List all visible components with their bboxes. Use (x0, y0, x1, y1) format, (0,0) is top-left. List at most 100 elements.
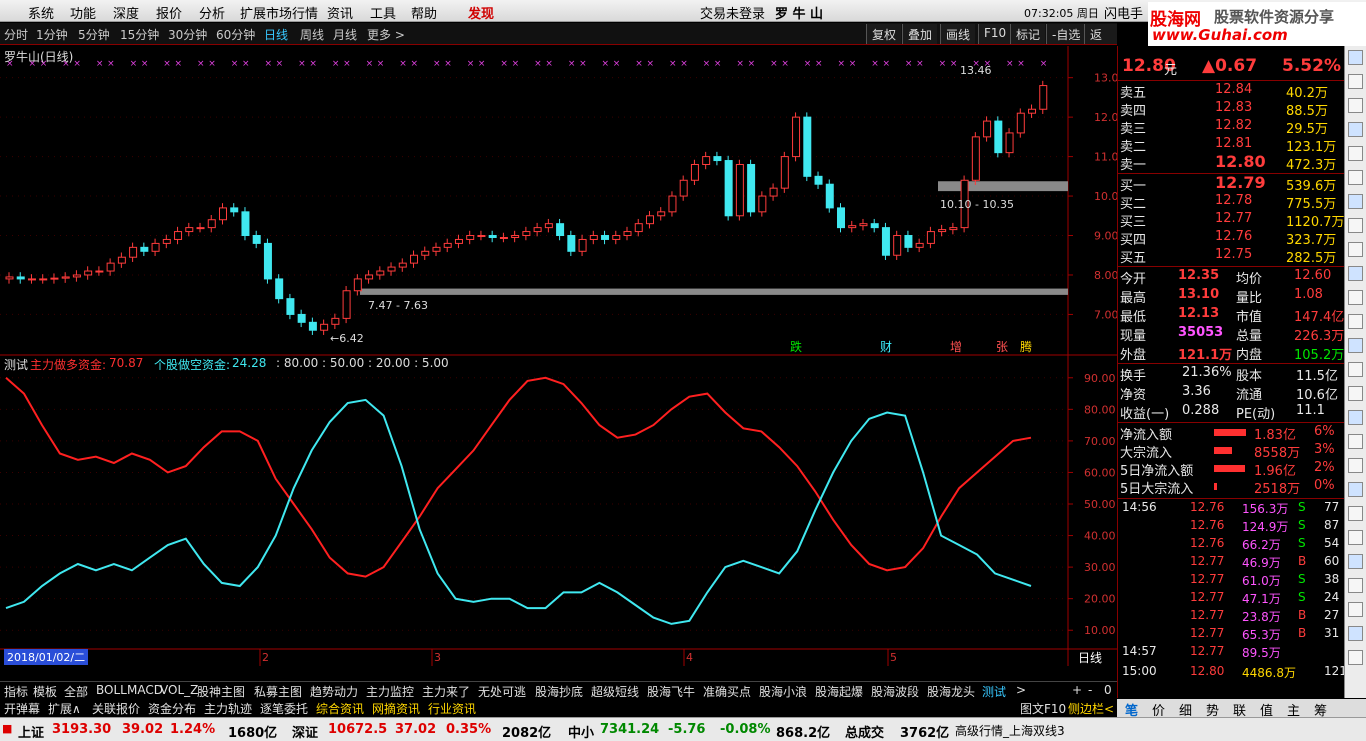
function-tab-0[interactable]: 开弹幕 (4, 700, 40, 717)
function-tab-5[interactable]: 逐笔委托 (260, 700, 308, 717)
menu-depth[interactable]: 深度 (113, 3, 139, 22)
toolbar-icon[interactable] (1348, 362, 1363, 377)
toolbar-icon[interactable] (1348, 146, 1363, 161)
menu-news[interactable]: 资讯 (327, 3, 353, 22)
toolbar-icon[interactable] (1348, 410, 1363, 425)
toolbar-icon[interactable] (1348, 458, 1363, 473)
function-tab-2[interactable]: 关联报价 (92, 700, 140, 717)
toolbar-icon[interactable] (1348, 50, 1363, 65)
timeframe-5[interactable]: 60分钟 (216, 26, 255, 43)
sidebar-toggle[interactable]: 侧边栏< (1068, 700, 1114, 717)
timeframe-2[interactable]: 5分钟 (78, 26, 110, 43)
indicator-tab-16[interactable]: 股海小浪 (759, 683, 807, 700)
indicator-tab-15[interactable]: 准确买点 (703, 683, 751, 700)
indicator-tab-6[interactable]: 股神主图 (197, 683, 245, 700)
candle (870, 223, 879, 229)
toolbar-icon[interactable] (1348, 194, 1363, 209)
function-tab-7[interactable]: 网摘资讯 (372, 700, 420, 717)
menu-discover[interactable]: 发现 (468, 3, 494, 22)
toolbar-icon[interactable] (1348, 554, 1363, 569)
zoom-btn-0[interactable]: + (1072, 683, 1082, 697)
menu-function[interactable]: 功能 (70, 3, 96, 22)
function-tab-8[interactable]: 行业资讯 (428, 700, 476, 717)
zx-name[interactable]: 中小 (568, 722, 594, 741)
toolbar-icon[interactable] (1348, 602, 1363, 617)
toolbar-icon[interactable] (1348, 242, 1363, 257)
function-tab-3[interactable]: 资金分布 (148, 700, 196, 717)
menu-quote[interactable]: 报价 (156, 3, 182, 22)
indicator-tab-18[interactable]: 股海波段 (871, 683, 919, 700)
toolbar-icon[interactable] (1348, 626, 1363, 641)
indicator-tab-3[interactable]: BOLL (96, 683, 127, 697)
toolbar-icon[interactable] (1348, 266, 1363, 281)
flash-trade-button[interactable]: 闪电手 (1104, 3, 1143, 22)
menu-extended-market[interactable]: 扩展市场行情 (240, 3, 318, 22)
menu-system[interactable]: 系统 (28, 3, 54, 22)
indicator-tab-9[interactable]: 主力监控 (366, 683, 414, 700)
indicator-tab-1[interactable]: 模板 (33, 683, 57, 700)
timeframe-4[interactable]: 30分钟 (168, 26, 207, 43)
indicator-tab-11[interactable]: 无处可逃 (478, 683, 526, 700)
sz-name[interactable]: 深证 (292, 722, 318, 741)
indicator-tab-8[interactable]: 趋势动力 (310, 683, 358, 700)
toolbar-icon[interactable] (1348, 218, 1363, 233)
toolbar-icon[interactable] (1348, 74, 1363, 89)
zoom-btn-2[interactable]: 0 (1104, 683, 1112, 697)
timeframe-1[interactable]: 1分钟 (36, 26, 68, 43)
sell-volume: 40.2万 (1286, 86, 1328, 101)
indicator-tab-5[interactable]: VOL_Z (160, 683, 198, 697)
feed-status[interactable]: 高级行情_上海双线3 (955, 722, 1065, 739)
toolbar-icon[interactable] (1348, 290, 1363, 305)
toolbar-icon[interactable] (1348, 98, 1363, 113)
menu-tools[interactable]: 工具 (370, 3, 396, 22)
login-status[interactable]: 交易未登录 (700, 3, 765, 22)
indicator-tab-14[interactable]: 股海飞牛 (647, 683, 695, 700)
timeframe-0[interactable]: 分时 (4, 26, 28, 43)
chart-btn-0[interactable]: 复权 (866, 24, 902, 44)
toolbar-icon[interactable] (1348, 650, 1363, 665)
indicator-tab-17[interactable]: 股海起爆 (815, 683, 863, 700)
sh-name[interactable]: 上证 (18, 722, 44, 741)
toolbar-icon[interactable] (1348, 530, 1363, 545)
indicator-tab-20[interactable]: 测试 (982, 683, 1006, 700)
indicator-tab-13[interactable]: 超级短线 (591, 683, 639, 700)
chart-btn-1[interactable]: 叠加 (902, 24, 938, 44)
chart-btn-4[interactable]: 标记 (1010, 24, 1046, 44)
timeframe-7[interactable]: 周线 (300, 26, 324, 43)
function-tab-1[interactable]: 扩展∧ (48, 700, 81, 717)
indicator-tab-21[interactable]: > (1016, 683, 1026, 697)
chart-area[interactable]: 13.00 12.00 11.00 10.00 9.00 8.00 7.00 90.00 80.… (0, 46, 1126, 666)
toolbar-icon[interactable] (1348, 434, 1363, 449)
timeframe-9[interactable]: 更多 > (367, 26, 405, 43)
indicator-name[interactable]: 测试 (4, 356, 28, 373)
toolbar-icon[interactable] (1348, 482, 1363, 497)
toolbar-icon[interactable] (1348, 170, 1363, 185)
indicator-tab-2[interactable]: 全部 (64, 683, 88, 700)
indicator-tab-19[interactable]: 股海龙头 (927, 683, 975, 700)
chart-btn-5[interactable]: -自选 (1046, 24, 1086, 44)
chart-btn-2[interactable]: 画线 (940, 24, 976, 44)
chart-btn-6[interactable]: 返回 (1084, 24, 1117, 59)
f10-button[interactable]: 图文F10 (1020, 700, 1066, 717)
toolbar-icon[interactable] (1348, 338, 1363, 353)
indicator-tab-0[interactable]: 指标 (4, 683, 28, 700)
menu-analysis[interactable]: 分析 (199, 3, 225, 22)
toolbar-icon[interactable] (1348, 386, 1363, 401)
menu-help[interactable]: 帮助 (411, 3, 437, 22)
toolbar-icon[interactable] (1348, 506, 1363, 521)
timeframe-8[interactable]: 月线 (333, 26, 357, 43)
zoom-btn-1[interactable]: - (1088, 683, 1092, 697)
toolbar-icon[interactable] (1348, 122, 1363, 137)
toolbar-icon[interactable] (1348, 314, 1363, 329)
indicator-tab-12[interactable]: 股海抄底 (535, 683, 583, 700)
indicator-tab-4[interactable]: MACD (127, 683, 163, 697)
function-tab-4[interactable]: 主力轨迹 (204, 700, 252, 717)
toolbar-icon[interactable] (1348, 578, 1363, 593)
zx-value: 7341.24 (600, 722, 660, 737)
function-tab-6[interactable]: 综合资讯 (316, 700, 364, 717)
indicator-tab-7[interactable]: 私募主图 (254, 683, 302, 700)
chart-btn-3[interactable]: F10 (978, 24, 1012, 44)
timeframe-6[interactable]: 日线 (264, 26, 288, 43)
timeframe-3[interactable]: 15分钟 (120, 26, 159, 43)
indicator-tab-10[interactable]: 主力来了 (422, 683, 470, 700)
